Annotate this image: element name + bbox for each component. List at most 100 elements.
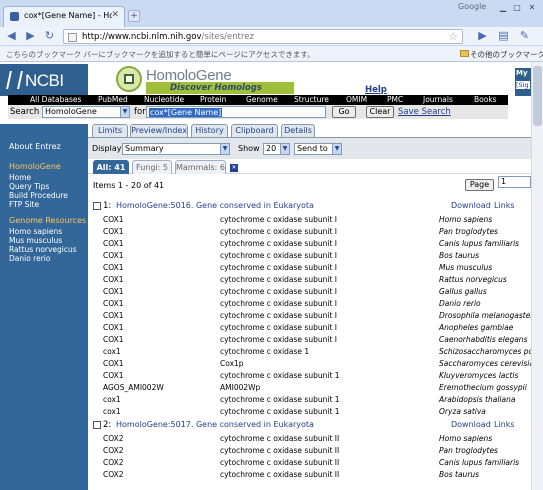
gene-symbol: cox1 [103, 395, 121, 404]
vertical-scrollbar[interactable] [531, 62, 543, 490]
sidebar-homologene-heading: HomoloGene [9, 162, 61, 171]
species-name: Drosophila melanogaster [439, 311, 531, 320]
bookmark-star-icon[interactable]: ☆ [448, 30, 458, 43]
db-genome[interactable]: Genome [246, 95, 278, 105]
tab-preview-index[interactable]: Preview/Index [130, 124, 188, 137]
db-pmc[interactable]: PMC [387, 95, 403, 105]
new-tab-button[interactable]: + [128, 10, 140, 22]
table-row: COX2 cytochrome c oxidase subunit II Homo … [0, 433, 531, 445]
db-journals[interactable]: Journals [423, 95, 453, 105]
gene-description: cytochrome c oxidase subunit I [220, 335, 337, 344]
species-name: Kluyveromyces lactis [439, 371, 519, 380]
species-name: Anopheles gambiae [439, 323, 514, 332]
download-link[interactable]: Download [451, 201, 491, 210]
db-protein[interactable]: Protein [200, 95, 226, 105]
species-name: Homo sapiens [439, 215, 493, 224]
result-checkbox[interactable] [93, 202, 101, 210]
sidebar-item-ftp-site[interactable]: FTP Site [9, 200, 39, 209]
gene-description: cytochrome c oxidase subunit I [220, 287, 337, 296]
filter-tab-mammals[interactable]: Mammals: 6 [175, 160, 226, 174]
gene-symbol: COX2 [103, 434, 124, 443]
show-label: Show [238, 144, 260, 153]
table-row: AGOS_AMI002W AMI002Wp Eremothecium gossypi… [0, 382, 531, 394]
species-name: Canis lupus familiaris [439, 239, 520, 248]
window-close-icon[interactable]: ✕ [526, 3, 538, 13]
database-select[interactable]: HomoloGene ▼ [42, 106, 130, 118]
db-books[interactable]: Books [474, 95, 497, 105]
page-button[interactable]: Page [465, 179, 494, 191]
sidebar-about-entrez[interactable]: About Entrez [9, 142, 61, 151]
back-icon[interactable]: ◀ [5, 30, 18, 43]
save-search-link[interactable]: Save Search [398, 107, 451, 117]
table-row: COX1 cytochrome c oxidase subunit I Homo s… [0, 214, 531, 226]
tab-close-icon[interactable]: ✕ [111, 10, 119, 20]
gene-description: cytochrome c oxidase subunit II [220, 458, 340, 467]
page-input[interactable]: 1 [498, 176, 531, 188]
gene-description: cytochrome c oxidase subunit II [220, 434, 340, 443]
clear-button[interactable]: Clear [366, 106, 394, 118]
tab-history[interactable]: History [191, 124, 228, 137]
minimize-icon[interactable]: ▁ [497, 3, 509, 13]
gene-description: cytochrome c oxidase subunit II [220, 446, 340, 455]
filter-close-icon[interactable]: ✕ [230, 164, 238, 172]
maximize-icon[interactable]: □ [511, 3, 523, 13]
sidebar-item-home[interactable]: Home [9, 173, 31, 182]
go-button[interactable]: Go [332, 106, 356, 118]
gene-symbol: AGOS_AMI002W [103, 383, 164, 392]
filter-tab-all[interactable]: All: 41 [93, 160, 129, 174]
db-all-databases[interactable]: All Databases [30, 95, 81, 105]
help-link[interactable]: Help [365, 85, 387, 95]
tab-clipboard[interactable]: Clipboard [231, 124, 278, 137]
gene-description: cytochrome c oxidase subunit I [220, 311, 337, 320]
display-select[interactable]: Summary ▼ [122, 143, 230, 155]
result-title-link[interactable]: HomoloGene:5017. Gene conserved in Eukar… [116, 420, 314, 429]
address-bar[interactable]: http://www.ncbi.nlm.nih.gov/sites/entrez… [63, 29, 463, 44]
table-row: cox1 cytochrome c oxidase subunit 1 Arabid… [0, 394, 531, 406]
table-row: COX2 cytochrome c oxidase subunit II Pan t… [0, 445, 531, 457]
send-to-select[interactable]: Send to ▼ [294, 143, 342, 155]
items-count: Items 1 - 20 of 41 [93, 181, 165, 190]
scrollbar-thumb[interactable] [533, 66, 542, 126]
table-row: COX1 cytochrome c oxidase subunit I Pan tr… [0, 226, 531, 238]
links-link[interactable]: Links [494, 420, 515, 429]
browser-tab[interactable]: cox*[Gene Name] - Homol… ✕ [3, 6, 125, 27]
gene-description: cytochrome c oxidase subunit 1 [220, 395, 340, 404]
sidebar-item-build-procedure[interactable]: Build Procedure [9, 191, 68, 200]
forward-icon[interactable]: ▶ [24, 30, 37, 43]
gene-description: AMI002Wp [220, 383, 261, 392]
other-bookmarks[interactable]: その他のブックマーク [470, 49, 543, 60]
gene-description: cytochrome c oxidase subunit I [220, 215, 337, 224]
species-name: Pan troglodytes [439, 227, 498, 236]
db-nucleotide[interactable]: Nucleotide [144, 95, 184, 105]
browser-brand: Google [458, 2, 487, 11]
page-menu-icon[interactable]: ▤ [497, 30, 510, 43]
db-pubmed[interactable]: PubMed [98, 95, 128, 105]
db-structure[interactable]: Structure [294, 95, 329, 105]
address-url[interactable]: http://www.ncbi.nlm.nih.gov/sites/entrez [82, 32, 254, 42]
homologene-subtitle: Discover Homologs [146, 82, 294, 94]
tab-details[interactable]: Details [281, 124, 315, 137]
download-link[interactable]: Download [451, 420, 491, 429]
gene-symbol: COX1 [103, 275, 124, 284]
reload-icon[interactable]: ↻ [43, 30, 56, 43]
gene-symbol: cox1 [103, 347, 121, 356]
gene-symbol: cox1 [103, 407, 121, 416]
result-group-header: 1: HomoloGene:5016. Gene conserved in Eu… [92, 200, 531, 212]
gene-symbol: COX1 [103, 371, 124, 380]
search-input[interactable]: cox*[Gene Name] [146, 106, 326, 118]
page-viewport: NCBI HomoloGene Discover Homologs Help M… [0, 62, 531, 490]
result-title-link[interactable]: HomoloGene:5016. Gene conserved in Eukar… [116, 201, 314, 210]
gene-symbol: COX1 [103, 215, 124, 224]
wrench-icon[interactable]: ✎ [518, 30, 531, 43]
my-ncbi-badge[interactable]: My [Sig [515, 68, 531, 96]
db-omim[interactable]: OMIM [346, 95, 367, 105]
go-arrow-icon[interactable]: ▶ [476, 30, 489, 43]
links-link[interactable]: Links [494, 201, 515, 210]
show-select[interactable]: 20 ▼ [263, 143, 290, 155]
filter-tab-fungi[interactable]: Fungi: 5 [132, 160, 172, 174]
result-number: 1: [103, 201, 112, 211]
result-checkbox[interactable] [93, 421, 101, 429]
ncbi-logo[interactable]: NCBI [0, 64, 88, 96]
sidebar-item-query-tips[interactable]: Query Tips [9, 182, 49, 191]
tab-limits[interactable]: Limits [92, 124, 128, 137]
